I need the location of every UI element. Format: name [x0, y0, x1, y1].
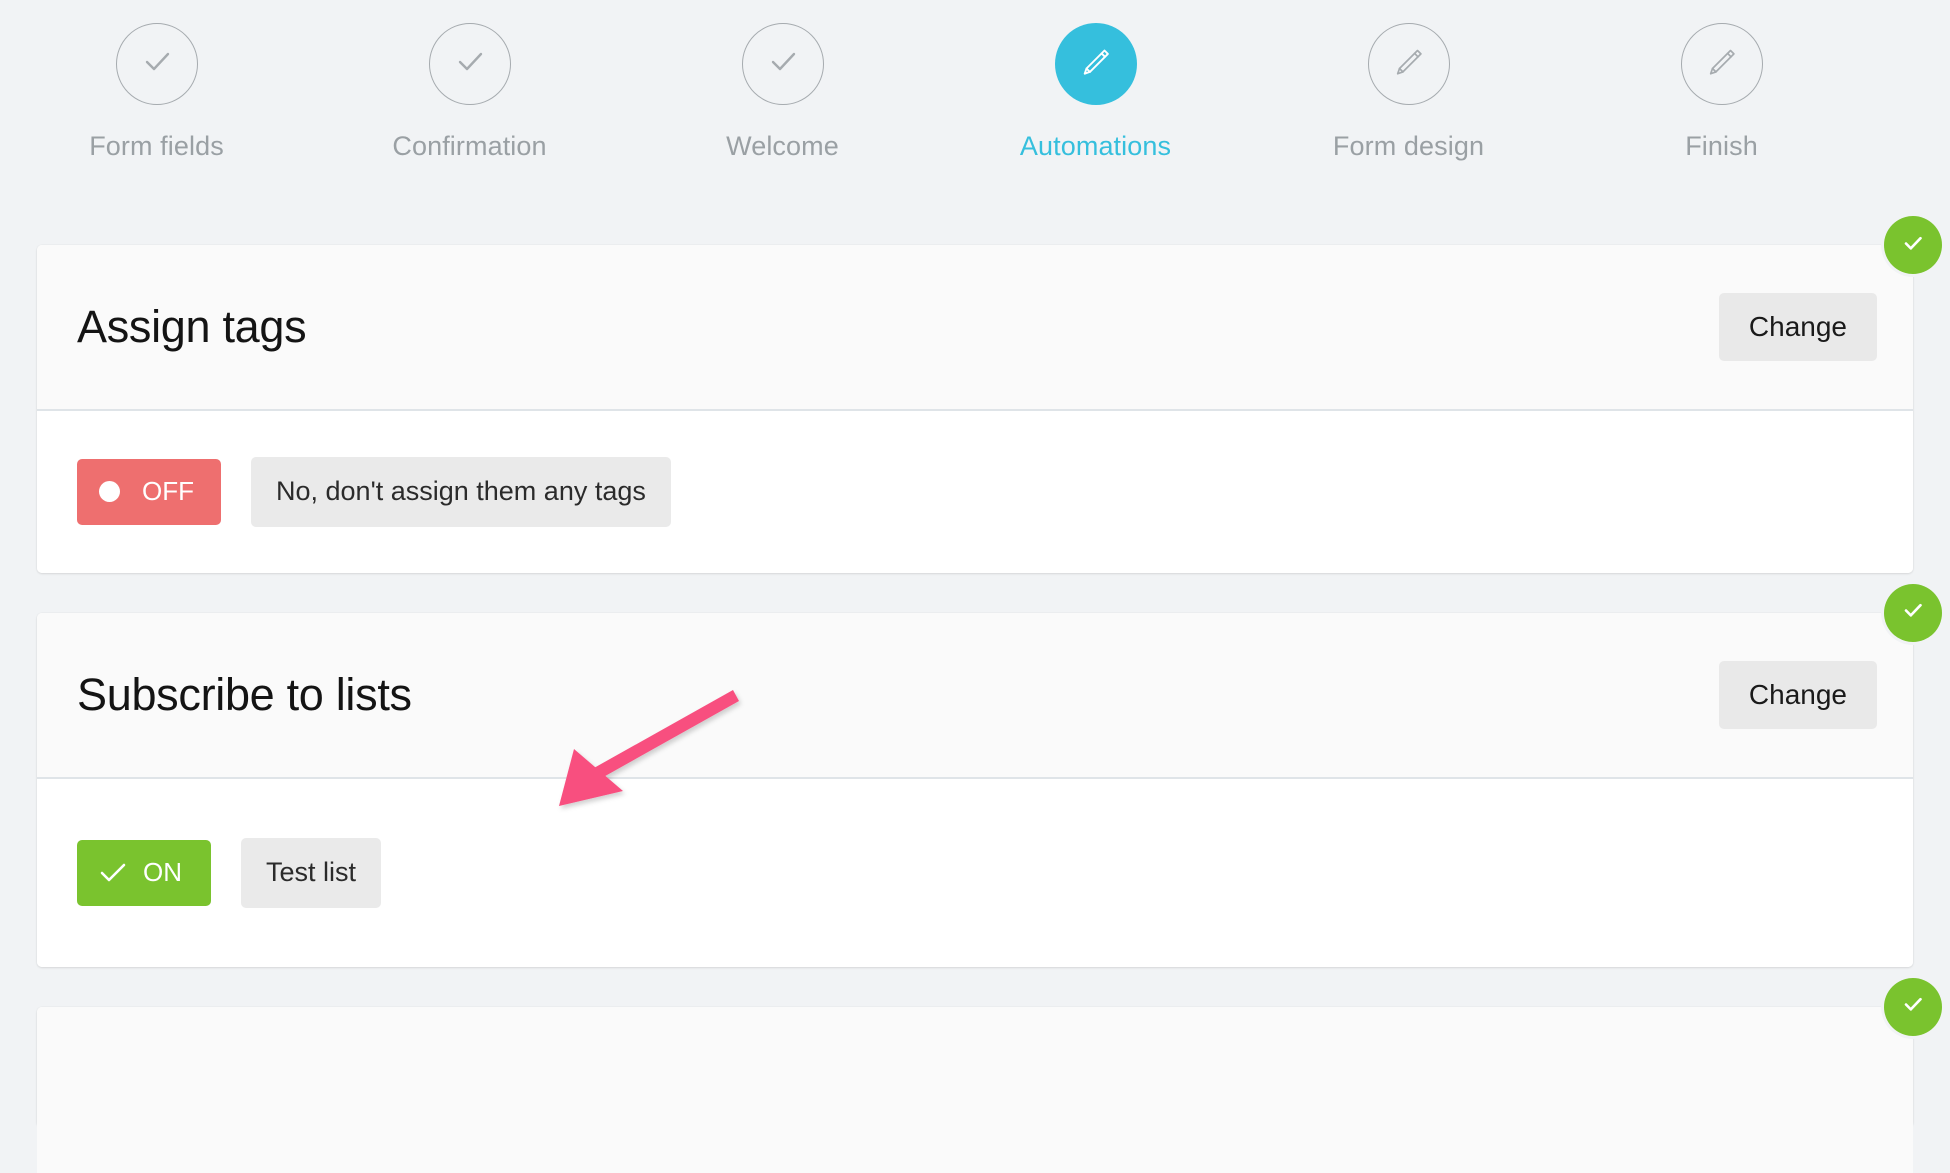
step-icon-circle [1367, 23, 1450, 105]
check-icon [137, 42, 177, 87]
toggle-state-label: ON [143, 857, 182, 888]
check-icon [99, 862, 127, 884]
check-icon [1898, 595, 1928, 630]
automation-card-subscribe-to-lists: Subscribe to lists Change ON Test list [37, 583, 1942, 967]
automation-card-assign-tags: Assign tags Change OFF No, don't assign … [37, 216, 1942, 573]
step-icon-circle [115, 23, 198, 105]
check-icon [450, 42, 490, 87]
check-icon [1898, 228, 1928, 263]
value-chip-assign-tags[interactable]: No, don't assign them any tags [251, 457, 671, 527]
step-finish[interactable]: Finish [1565, 23, 1878, 162]
toggle-assign-tags[interactable]: OFF [77, 458, 221, 525]
card-header: Subscribe to lists Change [37, 612, 1913, 779]
page-title: Assign tags [77, 301, 307, 352]
value-chip-list-name[interactable]: Test list [241, 837, 382, 908]
card-header: Assign tags Change [37, 245, 1913, 411]
step-icon-circle [1054, 23, 1137, 105]
step-label: Welcome [726, 131, 839, 161]
wizard-stepper: Form fields Confirmation Welcome Automat… [0, 0, 1950, 215]
step-form-fields[interactable]: Form fields [0, 23, 313, 162]
step-welcome[interactable]: Welcome [626, 23, 939, 162]
pencil-icon [1700, 40, 1744, 89]
step-icon-circle [741, 23, 824, 105]
status-badge [1884, 216, 1942, 274]
step-form-design[interactable]: Form design [1252, 23, 1565, 162]
step-icon-circle [428, 23, 511, 105]
change-button[interactable]: Change [1718, 660, 1877, 729]
automation-cards-list: Assign tags Change OFF No, don't assign … [37, 216, 1942, 1173]
change-button[interactable]: Change [1718, 292, 1877, 362]
step-icon-circle [1680, 23, 1763, 105]
card-header [37, 1006, 1913, 1173]
step-automations[interactable]: Automations [939, 23, 1252, 162]
toggle-state-label: OFF [142, 476, 194, 507]
check-icon [763, 42, 803, 87]
check-icon [1898, 989, 1928, 1024]
pencil-icon [1387, 40, 1431, 89]
automation-card-next [37, 977, 1942, 1173]
step-label: Confirmation [392, 131, 547, 161]
step-confirmation[interactable]: Confirmation [313, 23, 626, 162]
card-body: ON Test list [37, 778, 1913, 967]
step-label: Form design [1332, 131, 1485, 161]
step-label: Finish [1685, 131, 1758, 161]
card-body: OFF No, don't assign them any tags [37, 411, 1913, 573]
status-badge [1884, 583, 1942, 642]
pencil-icon [1074, 40, 1118, 89]
status-badge [1884, 977, 1942, 1036]
dot-icon [99, 481, 120, 503]
page-title: Subscribe to lists [77, 668, 412, 720]
toggle-subscribe-to-lists[interactable]: ON [77, 839, 211, 906]
step-label: Automations [1019, 131, 1172, 161]
step-label: Form fields [89, 131, 224, 161]
